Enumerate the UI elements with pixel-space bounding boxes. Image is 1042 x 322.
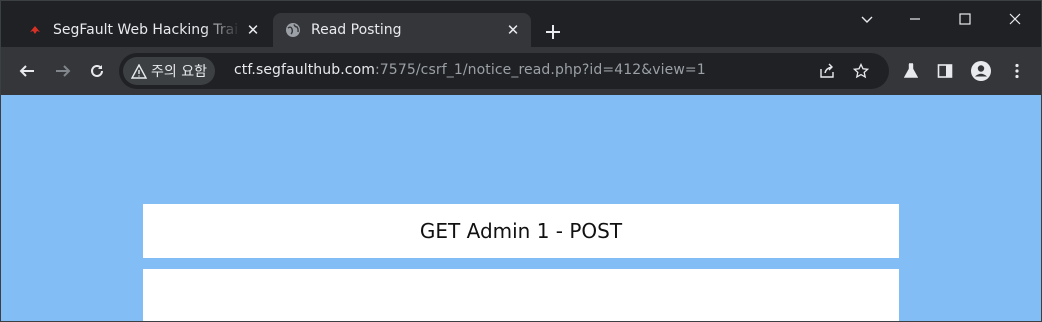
security-label: 주의 요함 <box>151 64 207 80</box>
close-window-button[interactable] <box>991 1 1039 37</box>
url-text[interactable]: ctf.segfaulthub.com:7575/csrf_1/notice_r… <box>234 62 706 78</box>
posting-body <box>143 269 899 321</box>
new-tab-button[interactable] <box>539 18 567 46</box>
page-viewport: GET Admin 1 - POST <box>1 95 1041 321</box>
tab-title: Read Posting <box>311 22 402 38</box>
globe-icon <box>285 22 301 38</box>
menu-kebab-icon[interactable] <box>1003 57 1031 85</box>
share-icon[interactable] <box>813 57 841 85</box>
url-path: :7575/csrf_1/notice_read.php?id=412&view… <box>374 62 706 78</box>
tab-strip: SegFault Web Hacking Trai ✕ Read Posting… <box>1 1 1041 47</box>
labs-flask-icon[interactable] <box>897 57 925 85</box>
profile-avatar-icon[interactable] <box>967 57 995 85</box>
site-info-chip[interactable]: 주의 요함 <box>123 57 215 85</box>
address-bar[interactable]: 주의 요함 ctf.segfaulthub.com:7575/csrf_1/no… <box>119 53 889 89</box>
tab-search-button[interactable] <box>843 1 891 37</box>
back-button[interactable] <box>13 57 41 85</box>
bookmark-star-icon[interactable] <box>847 57 875 85</box>
back-arrow-icon <box>19 65 34 77</box>
tab-title: SegFault Web Hacking Trai <box>53 22 239 38</box>
browser-toolbar: 주의 요함 ctf.segfaulthub.com:7575/csrf_1/no… <box>1 47 1041 95</box>
close-tab-icon[interactable]: ✕ <box>501 18 525 42</box>
warning-icon <box>131 63 147 79</box>
reload-button[interactable] <box>83 57 111 85</box>
minimize-button[interactable] <box>891 1 939 37</box>
tab-read-posting[interactable]: Read Posting ✕ <box>273 13 531 47</box>
posting-title: GET Admin 1 - POST <box>143 204 899 258</box>
segfault-logo-icon <box>27 22 43 38</box>
side-panel-icon[interactable] <box>931 57 959 85</box>
url-host: ctf.segfaulthub.com <box>234 62 375 78</box>
reload-icon <box>91 64 103 77</box>
close-tab-icon[interactable]: ✕ <box>241 18 265 42</box>
tab-segfault[interactable]: SegFault Web Hacking Trai ✕ <box>15 13 271 47</box>
browser-window: SegFault Web Hacking Trai ✕ Read Posting… <box>0 0 1042 322</box>
maximize-button[interactable] <box>941 1 989 37</box>
forward-arrow-icon <box>56 65 71 77</box>
forward-button[interactable] <box>49 57 77 85</box>
